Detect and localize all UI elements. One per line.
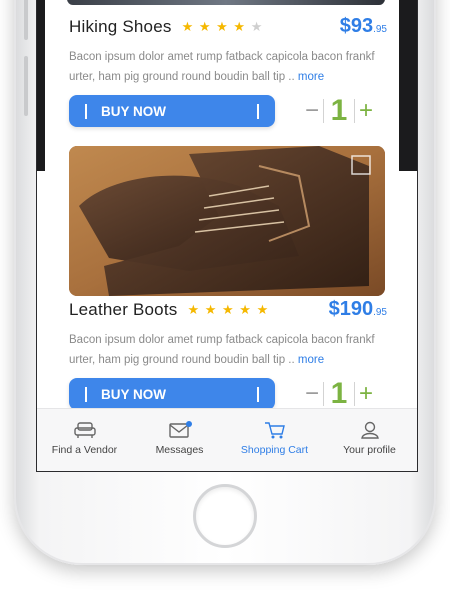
star-icon: ★ [187,302,201,317]
product-description: Bacon ipsum dolor amet rump fatback capi… [69,330,387,370]
tab-your-profile[interactable]: Your profile [322,409,417,471]
star-icon: ★ [222,302,235,317]
product-name: Leather Boots [69,300,178,319]
product-name: Hiking Shoes [69,17,172,36]
star-icon: ★ [233,19,247,34]
more-link[interactable]: more [298,354,324,366]
product-card: Hiking Shoes ★ ★ ★ ★ ★ $93.95 Bacon ipsu… [69,13,387,129]
bottom-tab-bar: Find a Vendor Messages Shopping Cart You… [37,408,417,471]
button-bar-decoration [85,104,87,119]
previous-product-image [67,0,385,5]
product-price: $93.95 [340,15,387,38]
shopping-cart-icon [264,422,285,439]
decrease-quantity-button[interactable]: − [301,97,323,125]
star-icon: ★ [198,19,212,34]
quantity-value: 1 [330,377,348,410]
tab-label: Your profile [343,444,396,456]
product-actions: BUY NOW − 1 + [69,377,387,412]
app-view: Hiking Shoes ★ ★ ★ ★ ★ $93.95 Bacon ipsu… [37,0,417,471]
notification-badge-icon [185,421,192,427]
price-cents: .95 [373,24,387,35]
tab-shopping-cart[interactable]: Shopping Cart [227,409,322,471]
button-bar-decoration [257,387,259,402]
description-text: Bacon ipsum dolor amet rump fatback capi… [69,51,375,83]
tab-label: Messages [155,444,204,456]
screen-edge [399,0,417,171]
buy-now-label: BUY NOW [101,386,167,402]
product-title-row: Leather Boots ★ ★ ★ ★ ★ $190.95 [69,296,387,324]
buy-now-button[interactable]: BUY NOW [69,95,275,127]
star-icon: ★ [216,19,229,34]
phone-screen: Hiking Shoes ★ ★ ★ ★ ★ $93.95 Bacon ipsu… [36,0,418,472]
product-title-row: Hiking Shoes ★ ★ ★ ★ ★ $93.95 [69,13,387,41]
envelope-icon [168,421,192,438]
leather-boots-image [69,146,385,296]
decrease-quantity-button[interactable]: − [301,380,323,408]
price-main: $93 [339,15,374,37]
tab-find-a-vendor[interactable]: Find a Vendor [37,409,132,471]
product-price: $190.95 [329,298,387,321]
buy-now-label: BUY NOW [101,103,167,119]
increase-quantity-button[interactable]: + [355,380,377,408]
star-icon: ★ [256,302,270,317]
rating-stars: ★ ★ ★ ★ ★ [187,302,269,318]
sofa-icon [73,422,96,438]
button-bar-decoration [257,104,259,119]
star-icon: ★ [204,302,218,317]
rating-stars: ★ ★ ★ ★ ★ [182,19,264,35]
screen-edge [37,0,45,171]
increase-quantity-button[interactable]: + [355,97,377,125]
product-description: Bacon ipsum dolor amet rump fatback capi… [69,47,387,87]
phone-side-button [24,0,28,40]
product-card: Leather Boots ★ ★ ★ ★ ★ $190.95 Bacon ip… [69,146,387,412]
buy-now-button[interactable]: BUY NOW [69,378,275,410]
quantity-value: 1 [330,94,348,127]
product-image[interactable] [69,146,385,296]
price-cents: .95 [373,307,387,318]
tab-label: Shopping Cart [240,444,309,456]
user-icon [360,421,379,439]
price-main: $190 [328,298,374,320]
star-icon: ★ [239,302,252,317]
star-empty-icon: ★ [250,19,264,34]
tab-messages[interactable]: Messages [132,409,227,471]
phone-side-button [24,56,28,116]
product-actions: BUY NOW − 1 + [69,94,387,129]
home-button[interactable] [193,484,257,548]
tab-label: Find a Vendor [51,444,118,456]
more-link[interactable]: more [298,71,324,83]
button-bar-decoration [85,387,87,402]
star-icon: ★ [181,19,195,34]
quantity-stepper: − 1 + [301,91,387,131]
description-text: Bacon ipsum dolor amet rump fatback capi… [69,334,375,366]
